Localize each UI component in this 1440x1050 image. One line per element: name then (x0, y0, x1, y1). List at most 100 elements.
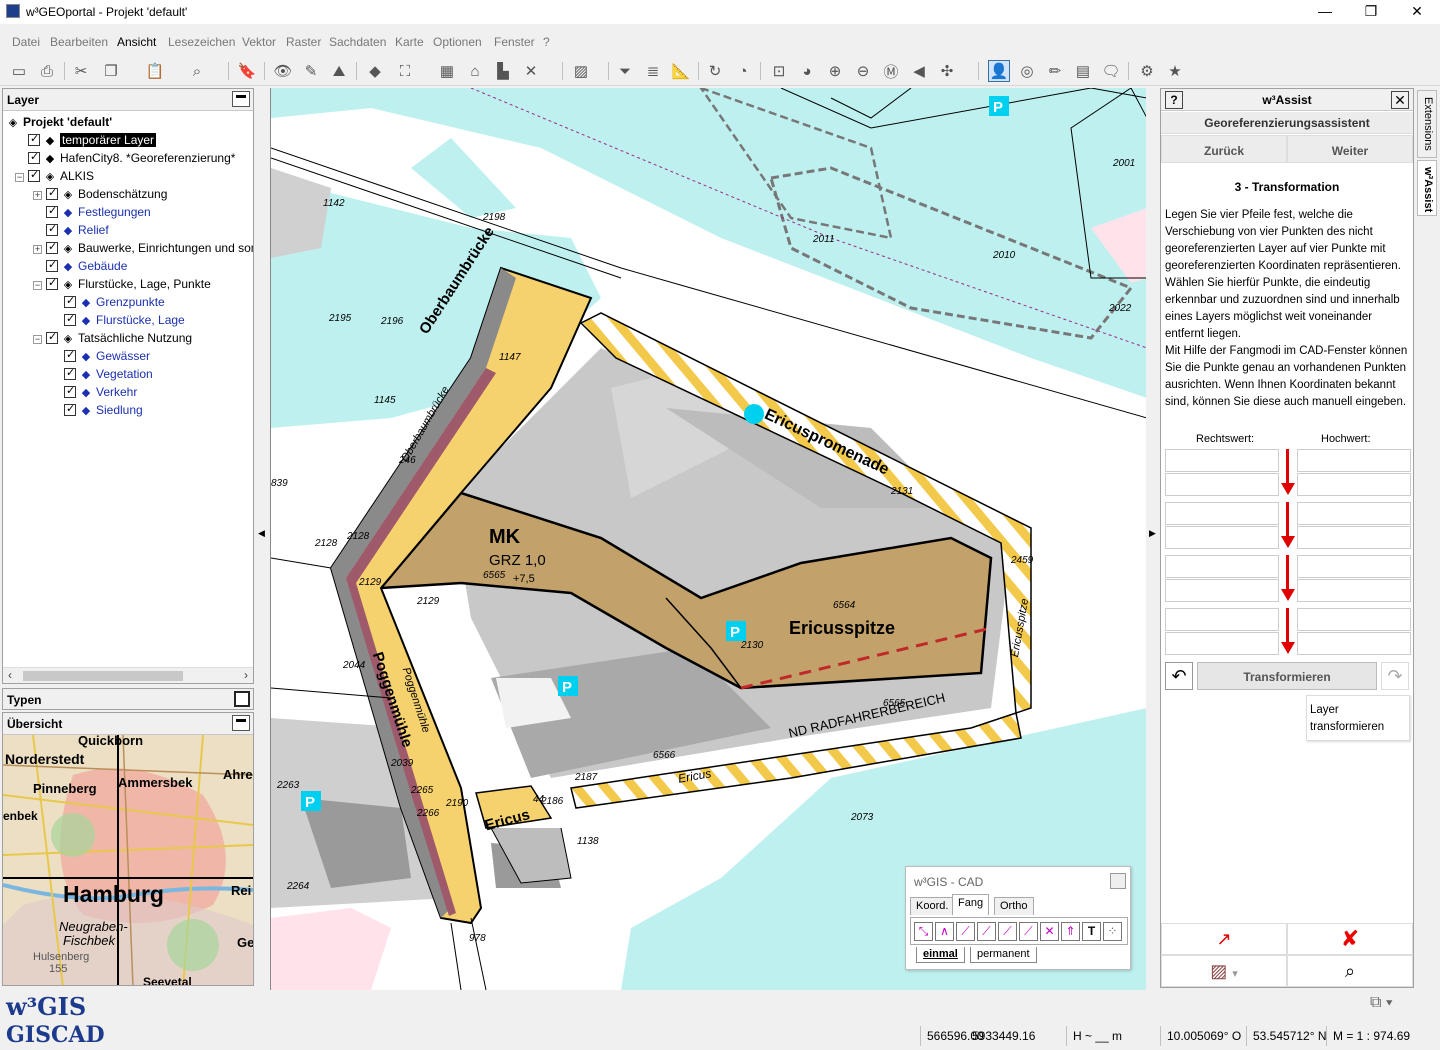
layer-tree-item[interactable]: ◆ Vegetation (51, 366, 153, 385)
right-splitter[interactable]: ▶ (1147, 88, 1159, 990)
menu-fenster[interactable]: Fenster (494, 35, 535, 49)
rechtswert-input[interactable] (1165, 526, 1279, 549)
zoom-window-icon[interactable]: ◕ (796, 60, 818, 82)
layer-tree-item[interactable]: ◆ Verkehr (51, 384, 137, 403)
buildings-icon[interactable]: ▙ (492, 60, 514, 82)
tab-fang[interactable]: Fang (952, 894, 990, 915)
copy-icon[interactable]: ❐ (100, 60, 122, 82)
layer-visibility-checkbox[interactable] (28, 168, 40, 182)
extent-icon[interactable]: ⛶ (394, 60, 416, 82)
snap-intersection-icon[interactable]: ✕ (1040, 922, 1059, 941)
tab-ortho[interactable]: Ortho (994, 897, 1034, 915)
settings-gear-icon[interactable]: ⚙ (1136, 60, 1158, 82)
minimize-button[interactable]: — (1302, 0, 1348, 24)
snap-mode-permanent[interactable]: permanent (970, 947, 1037, 963)
layer-visibility-checkbox[interactable] (64, 384, 76, 398)
cad-close-button[interactable] (1110, 873, 1126, 889)
zoom-extent-icon[interactable]: ⊡ (768, 60, 790, 82)
back-button[interactable]: Zurück (1161, 135, 1287, 163)
hochwert-input[interactable] (1297, 608, 1411, 631)
hochwert-input[interactable] (1297, 555, 1411, 578)
undo-icon[interactable]: ↶ (1165, 662, 1193, 690)
table-icon[interactable]: ▤ (1072, 60, 1094, 82)
tab-extensions[interactable]: Extensions (1417, 90, 1437, 158)
collapse-left-icon[interactable]: ◀ (258, 528, 265, 539)
layer-visibility-checkbox[interactable] (64, 312, 76, 326)
tab-w3assist[interactable]: w³Assist (1417, 160, 1437, 216)
snap-grid-icon[interactable]: ⁘ (1103, 922, 1122, 941)
snap-text-icon[interactable]: T (1082, 922, 1101, 941)
cut-icon[interactable]: ✂ (70, 60, 92, 82)
rechtswert-input[interactable] (1165, 632, 1279, 655)
menu-lesezeichen[interactable]: Lesezeichen (168, 35, 235, 49)
delete-arrow-icon[interactable]: ✘ (1287, 923, 1413, 955)
snap-mode-einmal[interactable]: einmal (916, 947, 965, 963)
comment-icon[interactable]: 🗨 (1100, 60, 1122, 82)
hochwert-input[interactable] (1297, 579, 1411, 602)
zoom-out-icon[interactable]: ⊖ (852, 60, 874, 82)
menu-bearbeiten[interactable]: Bearbeiten (50, 35, 108, 49)
layer-visibility-checkbox[interactable] (46, 240, 58, 254)
scroll-right-icon[interactable]: › (244, 668, 248, 682)
menu-raster[interactable]: Raster (286, 35, 321, 49)
map-canvas[interactable]: P P P P Oberbaumbrücke Oberbaumbrücke Po… (270, 88, 1146, 990)
collapse-icon[interactable]: − (33, 335, 42, 344)
menu-optionen[interactable]: Optionen (433, 35, 482, 49)
snap-midpoint-icon[interactable]: ⟋ (956, 922, 975, 941)
hochwert-input[interactable] (1297, 526, 1411, 549)
layer-tree-item[interactable]: ◆ Relief (33, 222, 109, 241)
layer-tree-item[interactable]: ◆ Siedlung (51, 402, 143, 421)
rechtswert-input[interactable] (1165, 579, 1279, 602)
layer-tree-item[interactable]: ◈ Projekt 'default' (7, 115, 112, 133)
hatch-icon[interactable]: ▨ (570, 60, 592, 82)
menu-vektor[interactable]: Vektor (242, 35, 276, 49)
bookmark-icon[interactable]: 🔖 (236, 60, 258, 82)
refresh-icon[interactable]: ↻ (704, 60, 726, 82)
maximize-button[interactable]: ❐ (1348, 0, 1394, 24)
rechtswert-input[interactable] (1165, 608, 1279, 631)
layer-tree-item[interactable]: + ◈ Bodenschätzung (33, 186, 167, 205)
hochwert-input[interactable] (1297, 473, 1411, 496)
rechtswert-input[interactable] (1165, 473, 1279, 496)
assist-close-button[interactable]: ✕ (1391, 91, 1409, 109)
transform-button[interactable]: Transformieren (1197, 662, 1377, 690)
close-window-button[interactable]: ✕ (1394, 0, 1440, 24)
rechtswert-input[interactable] (1165, 502, 1279, 525)
layer-visibility-checkbox[interactable] (46, 276, 58, 290)
next-button[interactable]: Weiter (1287, 135, 1413, 163)
layer-tree-item[interactable]: ◆ Grenzpunkte (51, 294, 165, 313)
open-folder-icon[interactable]: ▭ (8, 60, 30, 82)
layer-tree-scrollbar[interactable]: ‹ › (3, 667, 253, 683)
zoom-search-icon[interactable]: ⌕ (1287, 955, 1413, 987)
tab-koord[interactable]: Koord. (910, 897, 955, 915)
layer-hatch-icon[interactable]: ▨ ▾ (1161, 955, 1287, 987)
snap-symbol-icon[interactable]: ⇑ (1061, 922, 1080, 941)
menu-ansicht[interactable]: Ansicht (117, 35, 156, 49)
terrain-icon[interactable]: ⛰ (328, 60, 350, 82)
back-icon[interactable]: ◀ (908, 60, 930, 82)
menu-sachdaten[interactable]: Sachdaten (329, 35, 386, 49)
hochwert-input[interactable] (1297, 502, 1411, 525)
layer-visibility-checkbox[interactable] (64, 348, 76, 362)
scroll-left-icon[interactable]: ‹ (8, 668, 12, 682)
layer-visibility-checkbox[interactable] (46, 258, 58, 272)
expand-icon[interactable]: + (33, 191, 42, 200)
hochwert-input[interactable] (1297, 449, 1411, 472)
layer-visibility-checkbox[interactable] (64, 294, 76, 308)
uebersicht-panel-minimize-button[interactable] (232, 715, 250, 731)
ruler-icon[interactable]: 📐 (670, 60, 692, 82)
layer-visibility-checkbox[interactable] (64, 366, 76, 380)
menu-datei[interactable]: Datei (12, 35, 40, 49)
left-splitter[interactable]: ◀ (256, 88, 268, 990)
target-icon[interactable]: ◎ (1016, 60, 1038, 82)
layers-stack-icon[interactable]: ≣ (642, 60, 664, 82)
layer-visibility-checkbox[interactable] (64, 402, 76, 416)
search-icon[interactable]: ⌕ (186, 60, 208, 82)
snap-perpendicular-icon[interactable]: ⟋ (998, 922, 1017, 941)
layer-visibility-checkbox[interactable] (46, 186, 58, 200)
layer-visibility-checkbox[interactable] (46, 222, 58, 236)
layer-tree-item[interactable]: − ◈ Flurstücke, Lage, Punkte (33, 276, 211, 295)
rechtswert-input[interactable] (1165, 449, 1279, 472)
snap-vertex-icon[interactable]: ∧ (935, 922, 954, 941)
layer-tree-item[interactable]: ◆ HafenCity8. *Georeferenzierung* (15, 150, 235, 169)
